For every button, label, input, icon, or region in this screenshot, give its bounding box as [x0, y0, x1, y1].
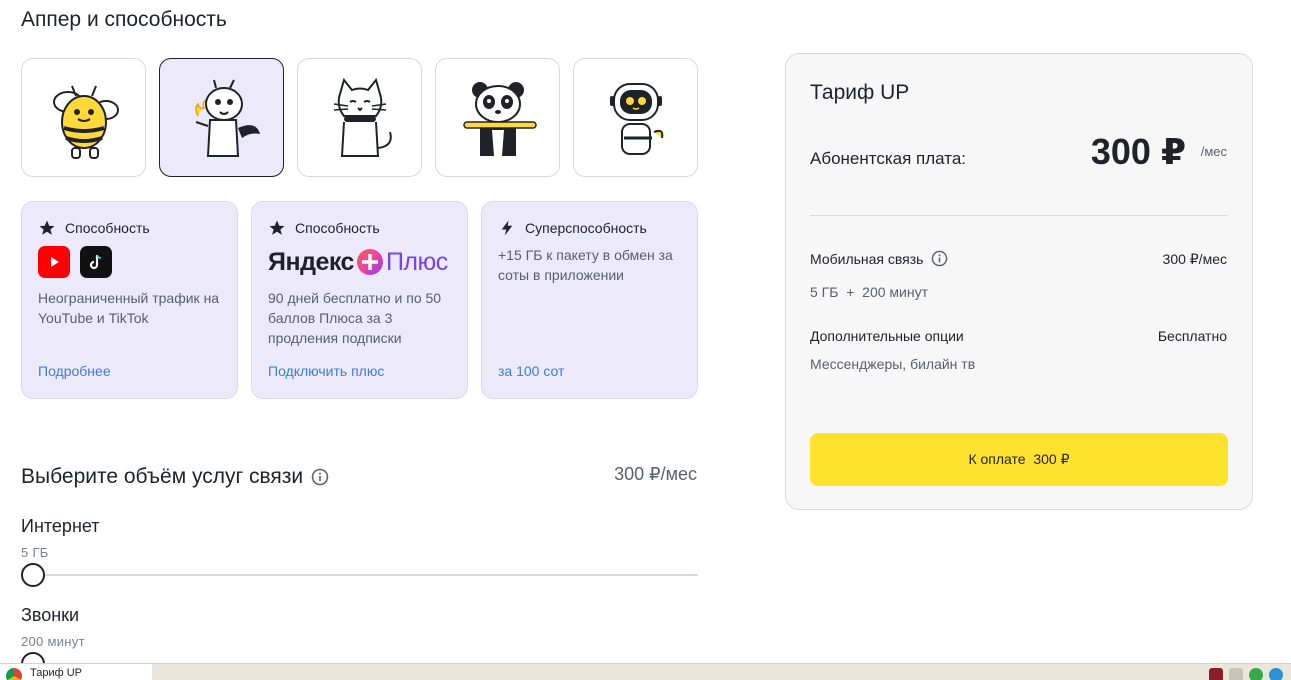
tariff-summary-card: Тариф UP Абонентская плата: 300 ₽ /мес М…	[785, 53, 1253, 510]
taskbar-app-label: Тариф UP	[30, 666, 82, 679]
youtube-icon	[38, 246, 70, 278]
avatar-robot[interactable]	[573, 58, 698, 177]
fee-label: Абонентская плата:	[810, 149, 967, 168]
fee-value: 300 ₽	[1090, 131, 1186, 172]
calls-value: 200 минут	[21, 634, 85, 649]
dragon-avatar-icon	[194, 79, 260, 157]
avatar-dragon[interactable]	[159, 58, 284, 177]
options-label: Дополнительные опции	[810, 328, 964, 344]
ability-description: +15 ГБ к пакету в обмен за соты в прилож…	[498, 247, 673, 283]
ability-badge: Способность	[295, 220, 380, 236]
taskbar-browser-app[interactable]: Тариф UP	[0, 664, 152, 680]
ability-card-yandex-plus: Способность Яндекс Плюс 90 дней бесплатн…	[251, 201, 468, 399]
ability-badge: Суперспособность	[525, 220, 647, 236]
star-icon	[39, 220, 55, 235]
tiktok-icon	[80, 246, 112, 278]
internet-slider-thumb[interactable]	[21, 563, 45, 587]
pay-button-label: К оплате 300 ₽	[968, 451, 1070, 467]
lightning-icon	[501, 220, 513, 236]
volume-title-text: Выберите объём услуг связи	[21, 465, 304, 488]
plus-logo-icon	[356, 249, 383, 275]
mobile-price: 300 ₽/мес	[1162, 251, 1227, 267]
ability-card-superpower: Суперспособность +15 ГБ к пакету в обмен…	[481, 201, 698, 399]
volume-title: Выберите объём услуг связи	[21, 465, 329, 489]
options-detail: Мессенджеры, билайн тв	[810, 356, 976, 372]
info-icon[interactable]	[311, 468, 329, 486]
buy-for-combs-link[interactable]: за 100 сот	[498, 363, 564, 379]
tray-app-icon[interactable]	[1209, 668, 1223, 680]
tray-network-icon[interactable]	[1269, 668, 1283, 680]
avatar-picker	[21, 58, 698, 177]
options-price: Бесплатно	[1157, 328, 1227, 344]
bee-avatar-icon	[52, 85, 119, 159]
info-icon[interactable]	[931, 250, 948, 267]
plus-brand-text: Плюс	[385, 247, 448, 276]
internet-value: 5 ГБ	[21, 545, 49, 560]
more-link[interactable]: Подробнее	[38, 363, 111, 379]
avatar-bee[interactable]	[21, 58, 146, 177]
system-tray	[1209, 664, 1291, 680]
fee-unit: /мес	[1200, 144, 1227, 159]
tray-window-icon[interactable]	[1229, 668, 1243, 680]
calls-label: Звонки	[21, 605, 80, 625]
chrome-icon	[6, 667, 22, 680]
ability-description: Неограниченный трафик на YouTube и TikTo…	[38, 290, 220, 326]
ability-description: 90 дней бесплатно и по 50 баллов Плюса з…	[268, 290, 442, 346]
os-taskbar: Тариф UP	[0, 663, 1291, 680]
yandex-brand-text: Яндекс	[268, 247, 354, 276]
internet-label: Интернет	[21, 516, 100, 536]
section-title: Аппер и способность	[21, 8, 227, 31]
yandex-plus-logo: Яндекс Плюс	[268, 246, 451, 278]
connect-plus-link[interactable]: Подключить плюс	[268, 363, 384, 379]
mobile-detail: 5 ГБ + 200 минут	[810, 284, 929, 300]
avatar-panda[interactable]	[435, 58, 560, 177]
tariff-name: Тариф UP	[810, 81, 910, 104]
star-icon	[269, 220, 285, 235]
ability-badge: Способность	[65, 220, 150, 236]
divider	[810, 215, 1227, 216]
avatar-cat[interactable]	[297, 58, 422, 177]
mobile-row-label: Мобильная связь	[810, 250, 948, 267]
volume-price: 300 ₽/мес	[614, 464, 697, 484]
tray-status-icon[interactable]	[1249, 668, 1263, 680]
mobile-label-text: Мобильная связь	[810, 250, 924, 267]
internet-slider-track[interactable]	[33, 574, 698, 576]
robot-avatar-icon	[609, 82, 663, 155]
pay-button[interactable]: К оплате 300 ₽	[810, 433, 1228, 486]
ability-card-unlimited: Способность Неограниченный трафик на You…	[21, 201, 238, 399]
cat-avatar-icon	[333, 77, 392, 157]
panda-avatar-icon	[462, 81, 537, 156]
